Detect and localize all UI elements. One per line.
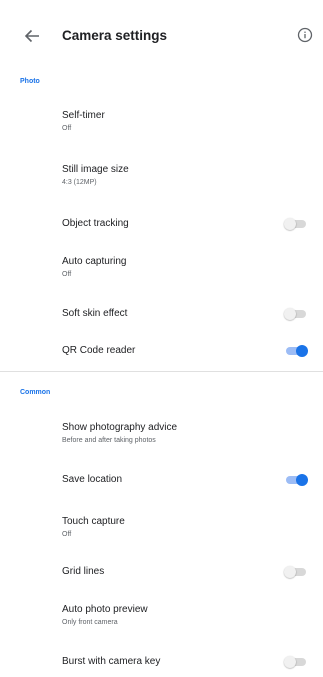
setting-summary: Before and after taking photos	[62, 437, 156, 444]
section-header-photo: Photo	[20, 78, 40, 85]
setting-auto-capturing[interactable]: Auto capturing Off	[0, 246, 323, 286]
setting-soft-skin-effect[interactable]: Soft skin effect	[0, 299, 323, 331]
setting-label: Auto capturing	[62, 256, 127, 267]
setting-summary: Off	[62, 271, 72, 278]
object-tracking-switch[interactable]	[284, 217, 308, 231]
setting-qr-code-reader[interactable]: QR Code reader	[0, 336, 323, 368]
setting-label: Touch capture	[62, 516, 125, 527]
setting-touch-capture[interactable]: Touch capture Off	[0, 508, 323, 548]
setting-summary: Off	[62, 531, 72, 538]
section-header-common: Common	[20, 389, 51, 396]
setting-label: Self-timer	[62, 110, 105, 121]
save-location-switch[interactable]	[284, 473, 308, 487]
soft-skin-effect-switch[interactable]	[284, 307, 308, 321]
setting-save-location[interactable]: Save location	[0, 465, 323, 497]
setting-label: Burst with camera key	[62, 656, 161, 667]
setting-label: Still image size	[62, 164, 129, 175]
setting-self-timer[interactable]: Self-timer Off	[0, 102, 323, 142]
arrow-back-icon	[24, 29, 39, 43]
page-title: Camera settings	[62, 28, 168, 43]
info-icon	[297, 27, 313, 43]
setting-object-tracking[interactable]: Object tracking	[0, 208, 323, 240]
app-bar: Camera settings	[0, 0, 323, 72]
setting-summary: Only front camera	[62, 619, 118, 626]
section-divider	[0, 371, 323, 372]
setting-summary: Off	[62, 125, 72, 132]
info-button[interactable]	[296, 26, 314, 44]
setting-show-photography-advice[interactable]: Show photography advice Before and after…	[0, 414, 323, 454]
setting-grid-lines[interactable]: Grid lines	[0, 557, 323, 589]
setting-still-image-size[interactable]: Still image size 4:3 (12MP)	[0, 156, 323, 196]
setting-label: Save location	[62, 474, 123, 485]
grid-lines-switch[interactable]	[284, 565, 308, 579]
setting-label: Soft skin effect	[62, 308, 128, 319]
setting-label: Grid lines	[62, 566, 105, 577]
setting-label: QR Code reader	[62, 345, 136, 356]
setting-label: Auto photo preview	[62, 604, 148, 615]
setting-burst-with-camera-key[interactable]: Burst with camera key	[0, 648, 323, 676]
setting-label: Object tracking	[62, 218, 129, 229]
setting-label: Show photography advice	[62, 422, 178, 433]
burst-with-camera-key-switch[interactable]	[284, 655, 308, 669]
back-button[interactable]	[20, 26, 44, 46]
qr-code-reader-switch[interactable]	[284, 344, 308, 358]
setting-summary: 4:3 (12MP)	[62, 179, 97, 186]
setting-auto-photo-preview[interactable]: Auto photo preview Only front camera	[0, 596, 323, 636]
